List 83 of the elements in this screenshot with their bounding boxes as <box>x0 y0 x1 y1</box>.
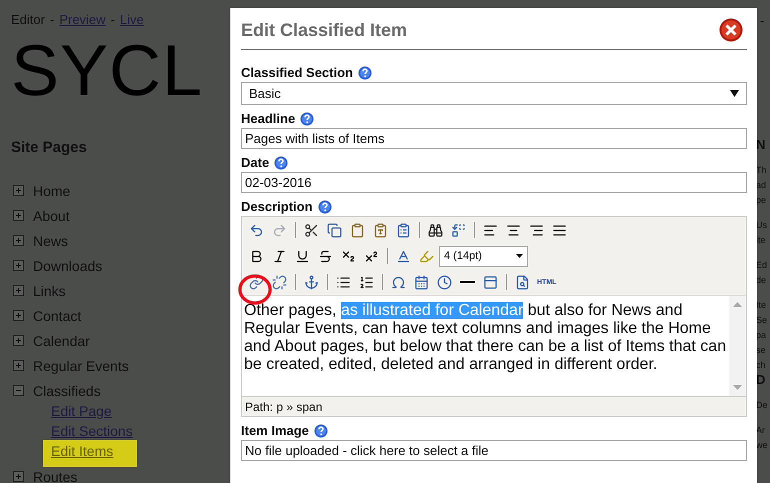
expand-icon[interactable] <box>13 235 24 246</box>
sidebar-title: Site Pages <box>11 139 88 156</box>
collapse-icon[interactable] <box>13 385 24 396</box>
font-color-icon <box>396 248 411 264</box>
site-logo: SYCL <box>11 35 204 107</box>
sidebar-item[interactable]: Calendar <box>33 332 90 348</box>
close-icon[interactable] <box>719 18 743 42</box>
paste-word-icon <box>396 222 411 238</box>
align-center-icon <box>506 222 521 238</box>
help-icon[interactable] <box>318 200 332 214</box>
expand-icon[interactable] <box>13 260 24 271</box>
copy-icon <box>327 222 342 238</box>
replace-icon <box>451 222 466 238</box>
help-icon[interactable] <box>300 112 314 126</box>
horizontal-rule-icon <box>460 281 475 283</box>
expand-icon[interactable] <box>13 210 24 221</box>
field-label: Item Image <box>241 423 309 438</box>
dialog-title: Edit Classified Item <box>241 20 408 40</box>
sidebar-item[interactable]: Classifieds <box>33 382 101 398</box>
field-label: Description <box>241 199 313 214</box>
sidebar-item[interactable]: Downloads <box>33 258 102 274</box>
cut-text: D <box>756 374 766 386</box>
cut-icon <box>304 222 319 238</box>
expand-icon[interactable] <box>13 310 24 321</box>
input-field[interactable]: No file uploaded - click here to select a file <box>241 440 747 461</box>
strikethrough-icon <box>318 248 333 264</box>
sidebar-item[interactable]: Routes <box>33 468 78 483</box>
field-label: Date <box>241 155 270 170</box>
field-label: Classified Section <box>241 65 353 80</box>
sidebar-item[interactable]: Contact <box>33 308 82 324</box>
editor-label: Editor <box>11 12 45 27</box>
expand-icon[interactable] <box>13 285 24 296</box>
expand-icon[interactable] <box>13 360 24 371</box>
caret-icon <box>515 252 524 260</box>
cut-text: - <box>760 13 764 28</box>
separator: - <box>50 12 54 27</box>
superscript-icon <box>364 248 379 264</box>
sidebar-item[interactable]: Links <box>33 282 66 298</box>
layout-icon <box>483 274 498 290</box>
paste-icon <box>350 222 365 238</box>
omega-icon <box>391 274 406 290</box>
font-size-select[interactable]: 4 (14pt) <box>439 246 528 266</box>
path-bar: Path: p » span <box>242 396 746 416</box>
input-field[interactable]: Pages with lists of Items <box>241 128 747 149</box>
expand-icon[interactable] <box>13 185 24 196</box>
find-icon <box>428 222 443 238</box>
undo-icon <box>249 222 264 238</box>
paste-text-icon <box>373 222 388 238</box>
sidebar-item[interactable]: Home <box>33 182 70 198</box>
anchor-icon <box>304 274 319 290</box>
highlighted-link[interactable]: Edit Items <box>43 440 138 467</box>
help-icon[interactable] <box>274 156 288 170</box>
cut-text: Th <box>756 164 767 176</box>
bold-icon <box>249 248 264 264</box>
align-justify-icon <box>552 222 567 238</box>
sidebar-item[interactable]: About <box>33 208 70 224</box>
clock-icon <box>437 274 452 290</box>
subscript-icon <box>341 248 356 264</box>
help-icon[interactable] <box>314 424 328 438</box>
italic-icon <box>272 248 287 264</box>
numbered-list-icon <box>359 274 374 290</box>
section-select[interactable]: Basic <box>241 82 747 105</box>
cut-text: N <box>756 139 766 151</box>
separator: - <box>110 12 115 27</box>
align-left-icon <box>483 222 498 238</box>
help-icon[interactable] <box>358 66 372 80</box>
unlink-icon <box>272 274 287 290</box>
bullet-list-icon <box>336 274 351 290</box>
preview-icon <box>515 274 530 290</box>
redo-icon <box>272 222 287 238</box>
cut-text: Se <box>756 314 768 326</box>
calendar-icon <box>414 274 429 290</box>
sidebar-item[interactable]: News <box>33 232 68 248</box>
caret-icon <box>730 90 739 97</box>
expand-icon[interactable] <box>13 335 24 346</box>
expand-icon[interactable] <box>13 471 24 482</box>
input-field[interactable]: 02-03-2016 <box>241 172 747 193</box>
underline-icon <box>295 248 310 264</box>
align-right-icon <box>529 222 544 238</box>
highlighter-icon <box>419 248 434 264</box>
sidebar-item[interactable]: Regular Events <box>33 358 129 374</box>
cut-text: Ite <box>756 299 766 311</box>
field-label: Headline <box>241 111 296 126</box>
